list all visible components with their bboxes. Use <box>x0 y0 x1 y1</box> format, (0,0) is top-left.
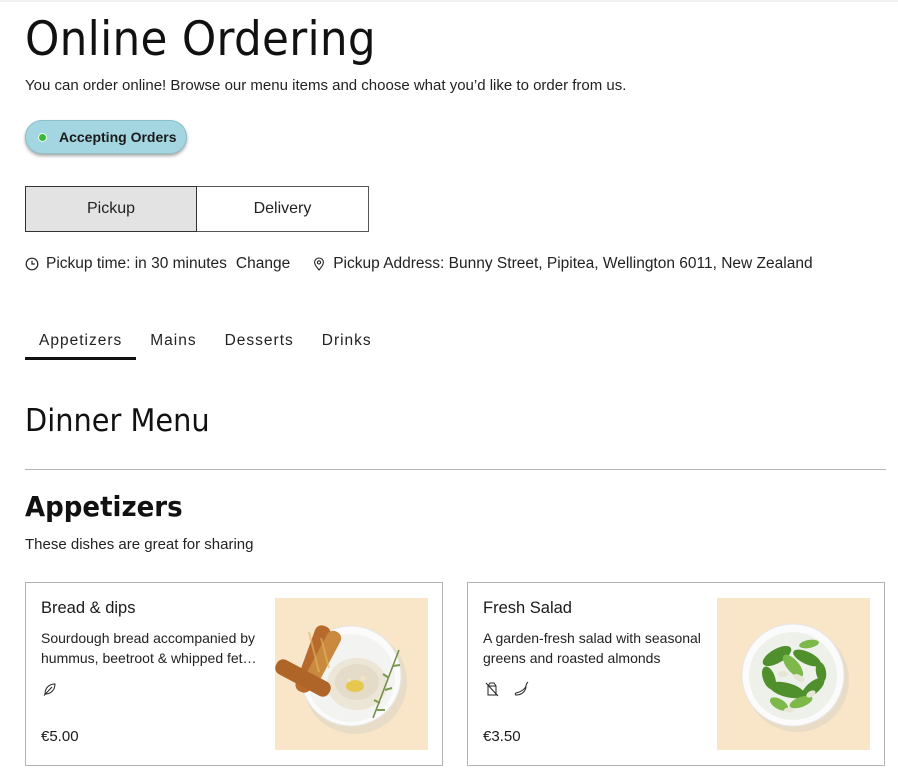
item-dietary-icons <box>483 680 531 698</box>
section-description: These dishes are great for sharing <box>25 536 254 553</box>
page-title: Online Ordering <box>25 12 376 67</box>
section-title: Appetizers <box>25 490 183 523</box>
item-price: €5.00 <box>41 728 79 745</box>
clock-icon <box>25 257 39 271</box>
page-subtitle: You can order online! Browse our menu it… <box>25 77 627 94</box>
accepting-orders-badge: Accepting Orders <box>25 120 187 154</box>
tab-drinks[interactable]: Drinks <box>308 330 386 360</box>
tab-appetizers[interactable]: Appetizers <box>25 330 137 360</box>
tab-mains[interactable]: Mains <box>136 330 210 360</box>
menu-title: Dinner Menu <box>25 403 210 439</box>
change-pickup-time-link[interactable]: Change <box>236 255 290 273</box>
item-price: €3.50 <box>483 728 521 745</box>
status-dot-icon <box>38 132 47 142</box>
fulfillment-toggle: Pickup Delivery <box>25 186 369 232</box>
menu-divider <box>25 469 886 470</box>
menu-item-card[interactable]: Bread & dips Sourdough bread accompanied… <box>25 582 443 766</box>
status-label: Accepting Orders <box>59 129 177 145</box>
dairy-free-icon <box>483 680 501 698</box>
menu-section-tabs: Appetizers Mains Desserts Drinks <box>25 330 386 360</box>
item-dietary-icons <box>41 680 59 698</box>
delivery-button[interactable]: Delivery <box>197 186 369 232</box>
location-pin-icon <box>312 257 326 271</box>
spicy-chili-icon <box>513 680 531 698</box>
pickup-button[interactable]: Pickup <box>25 186 197 232</box>
pickup-time-text: Pickup time: in 30 minutes <box>46 255 227 272</box>
item-description: A garden-fresh salad with seasonal green… <box>483 630 701 666</box>
tab-desserts[interactable]: Desserts <box>211 330 308 360</box>
menu-item-card[interactable]: Fresh Salad A garden-fresh salad with se… <box>467 582 885 766</box>
bread-and-hummus-image <box>275 598 428 750</box>
top-border <box>0 0 898 2</box>
green-salad-image <box>717 598 870 750</box>
item-description: Sourdough bread accompanied by hummus, b… <box>41 630 257 666</box>
item-name: Bread & dips <box>41 599 136 617</box>
pickup-address-text: Pickup Address: Bunny Street, Pipitea, W… <box>333 255 813 272</box>
vegetarian-leaf-icon <box>41 680 59 698</box>
item-name: Fresh Salad <box>483 599 572 617</box>
pickup-info-row: Pickup time: in 30 minutes Change Pickup… <box>25 255 813 273</box>
